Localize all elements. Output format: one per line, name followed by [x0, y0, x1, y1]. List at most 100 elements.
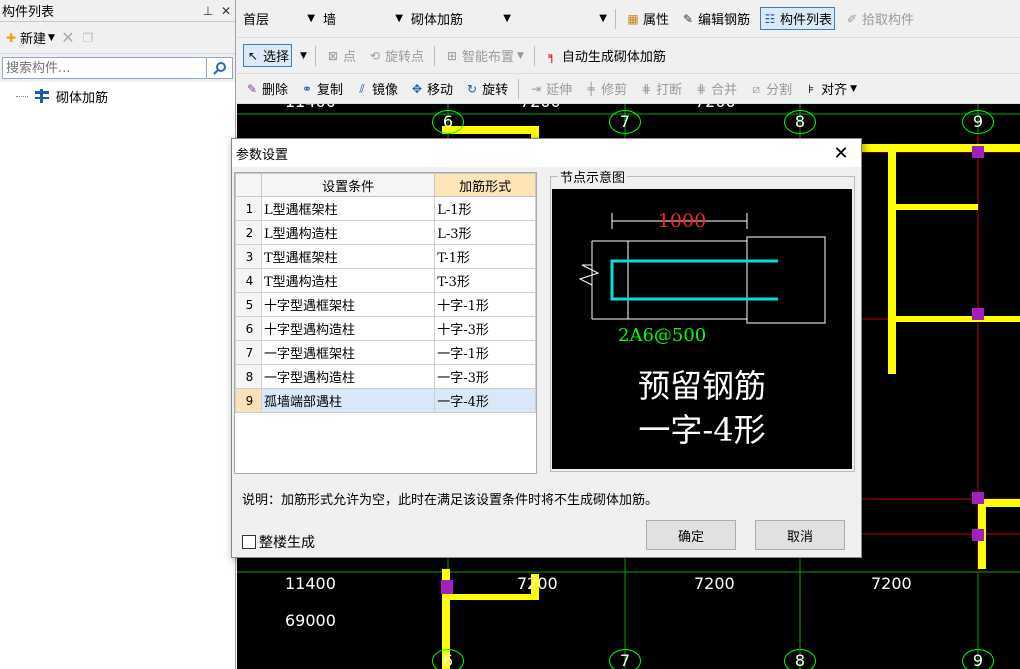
- rotate-point-button[interactable]: ⟲ 旋转点: [366, 45, 426, 66]
- cell-form[interactable]: 一字-4形: [434, 388, 536, 413]
- delete-button[interactable]: ✎ 删除: [243, 78, 290, 99]
- table-row[interactable]: 5 十字型遇框架柱 十字-1形: [235, 292, 536, 317]
- cell-form[interactable]: L-1形: [434, 196, 536, 221]
- ok-button[interactable]: 确定: [646, 520, 736, 550]
- split-icon: ⧄: [752, 81, 760, 96]
- search-input[interactable]: [2, 57, 207, 79]
- table-row[interactable]: 7 一字型遇框架柱 一字-1形: [235, 340, 536, 365]
- break-icon: ⋕: [641, 81, 652, 96]
- trim-button[interactable]: ╪ 修剪: [582, 78, 629, 99]
- type-select[interactable]: 砌体加筋 ▼: [411, 7, 511, 31]
- trim-icon: ╪: [587, 81, 595, 96]
- new-button[interactable]: ✚ 新建 ▼: [4, 28, 55, 48]
- search-button[interactable]: [207, 57, 233, 79]
- cancel-button[interactable]: 取消: [755, 520, 845, 550]
- close-icon[interactable]: ✕: [217, 4, 235, 18]
- axis-label: 7: [609, 649, 641, 669]
- row-index: 7: [235, 340, 262, 365]
- checkbox-box[interactable]: [242, 535, 256, 549]
- select-button[interactable]: ↖ 选择: [243, 44, 293, 67]
- edit-rebar-icon: ✎: [682, 11, 694, 26]
- whole-building-checkbox[interactable]: 整楼生成: [242, 532, 315, 552]
- table-row[interactable]: 4 T型遇构造柱 T-3形: [235, 268, 536, 293]
- auto-generate-button[interactable]: ╕ 自动生成砌体加筋: [543, 45, 668, 66]
- search-row: [0, 54, 235, 82]
- toolbar-row-2: ↖ 选择 ▼ ⊠ 点 ⟲ 旋转点 ⊞ 智能布置 ▼ ╕ 自动生成砌体加筋: [237, 38, 1020, 74]
- chevron-down-icon: ▼: [307, 13, 315, 24]
- point-icon: ⊠: [327, 48, 338, 63]
- table-row[interactable]: 8 一字型遇构造柱 一字-3形: [235, 364, 536, 389]
- cell-form[interactable]: 一字-3形: [434, 364, 536, 389]
- cell-form[interactable]: L-3形: [434, 220, 536, 245]
- dimension-text: 7200: [694, 574, 735, 593]
- component-list-button[interactable]: ☷ 构件列表: [760, 7, 836, 30]
- component-list-panel: 构件列表 ⊥ ✕ ✚ 新建 ▼ ✕ ❐ 砌体加筋: [0, 0, 236, 669]
- dialog-titlebar: 参数设置 ✕: [232, 139, 861, 167]
- cell-condition: 十字型遇框架柱: [260, 292, 436, 317]
- split-button[interactable]: ⧄ 分割: [747, 78, 794, 99]
- pin-icon[interactable]: ⊥: [199, 4, 217, 18]
- settings-table: 设置条件 加筋形式 1 L型遇框架柱 L-1形 2 L型遇构造柱 L-3形 3 T型遇框架柱 T…: [235, 173, 536, 413]
- smart-layout-button[interactable]: ⊞ 智能布置 ▼: [443, 45, 526, 66]
- move-icon: ✥: [412, 81, 423, 96]
- panel-title: 构件列表: [2, 5, 55, 20]
- copy-component-button[interactable]: ❐: [81, 31, 95, 45]
- copy-button[interactable]: ⚭ 复制: [298, 78, 345, 99]
- table-row[interactable]: 1 L型遇框架柱 L-1形: [235, 196, 536, 221]
- align-button[interactable]: ⊧ 对齐 ▼: [802, 78, 859, 99]
- table-row[interactable]: 2 L型遇构造柱 L-3形: [235, 220, 536, 245]
- cell-form[interactable]: 一字-1形: [434, 340, 536, 365]
- auto-generate-icon: ╕: [548, 48, 556, 63]
- total-dimension-text: 69000: [285, 611, 336, 630]
- cursor-icon: ↖: [247, 48, 259, 63]
- table-row[interactable]: 9 孤墙端部遇柱 一字-4形: [235, 388, 536, 413]
- break-button[interactable]: ⋕ 打断: [637, 78, 684, 99]
- node-preview: 1000 2A6@500 预留钢筋 一字-4形: [552, 189, 852, 469]
- dimension-text: 7200: [517, 574, 558, 593]
- preview-title: 节点示意图: [558, 167, 628, 186]
- dimension-text: 11400: [285, 574, 336, 593]
- cell-form[interactable]: T-3形: [434, 268, 536, 293]
- panel-toolbar: ✚ 新建 ▼ ✕ ❐: [0, 22, 235, 54]
- cell-form[interactable]: 十字-1形: [434, 292, 536, 317]
- close-icon[interactable]: ✕: [821, 143, 861, 164]
- preview-line1: 预留钢筋: [638, 367, 766, 405]
- whole-building-label: 整楼生成: [259, 535, 315, 551]
- pick-component-button[interactable]: ✐ 拾取构件: [843, 8, 916, 29]
- row-index: 4: [235, 268, 262, 293]
- delete-component-button[interactable]: ✕: [61, 29, 75, 45]
- smart-layout-icon: ⊞: [446, 48, 457, 63]
- cell-form[interactable]: 十字-3形: [434, 316, 536, 341]
- table-row[interactable]: 3 T型遇框架柱 T-1形: [235, 244, 536, 269]
- move-button[interactable]: ✥ 移动: [408, 78, 455, 99]
- toolbar-row-3: ✎ 删除 ⚭ 复制 ⫽ 镜像 ✥ 移动 ↻ 旋转 ⇥ 延伸 ╪ 修剪 ⋕ 打断 ⋕ 合并 ⧄ 分割 …: [237, 74, 1020, 104]
- cell-condition: 一字型遇构造柱: [260, 364, 436, 389]
- merge-button[interactable]: ⋕ 合并: [692, 78, 739, 99]
- cell-form[interactable]: T-1形: [434, 244, 536, 269]
- dimension-text: 11400: [285, 104, 336, 111]
- dimension-text: 7200: [871, 574, 912, 593]
- axis-label: 6: [432, 110, 464, 134]
- row-index: 9: [235, 388, 262, 413]
- property-button[interactable]: ▦ 属性: [624, 8, 671, 29]
- list-icon: ☷: [764, 11, 776, 26]
- chevron-down-icon: ▼: [48, 32, 55, 43]
- category-select[interactable]: 墙 ▼: [323, 7, 403, 31]
- extend-button[interactable]: ⇥ 延伸: [527, 78, 574, 99]
- component-select[interactable]: ▼: [519, 7, 607, 31]
- cell-condition: L型遇框架柱: [260, 196, 436, 221]
- cell-condition: T型遇构造柱: [260, 268, 436, 293]
- point-button[interactable]: ⊠ 点: [324, 45, 358, 66]
- chevron-down-icon[interactable]: ▼: [300, 51, 307, 61]
- row-index: 5: [235, 292, 262, 317]
- cell-condition: L型遇构造柱: [260, 220, 436, 245]
- settings-grid: 设置条件 加筋形式 1 L型遇框架柱 L-1形 2 L型遇构造柱 L-3形 3 T型遇框架柱 T…: [234, 172, 537, 474]
- rotate-button[interactable]: ↻ 旋转: [463, 78, 510, 99]
- mirror-button[interactable]: ⫽ 镜像: [353, 78, 400, 99]
- rotate-point-icon: ⟲: [369, 48, 380, 63]
- extend-icon: ⇥: [531, 81, 542, 96]
- tree-item[interactable]: 砌体加筋: [16, 86, 235, 106]
- table-row[interactable]: 6 十字型遇构造柱 十字-3形: [235, 316, 536, 341]
- floor-select[interactable]: 首层 ▼: [243, 7, 315, 31]
- edit-rebar-button[interactable]: ✎ 编辑钢筋: [679, 8, 752, 29]
